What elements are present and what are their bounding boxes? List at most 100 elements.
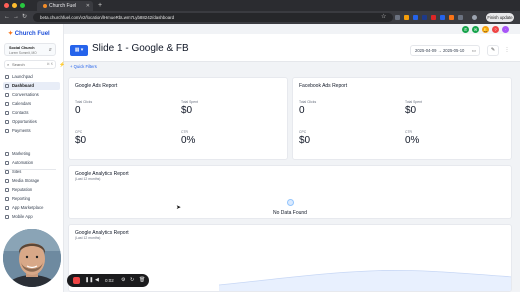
extension-icon[interactable] [431,14,436,20]
extension-icon[interactable] [395,14,400,20]
extension-icon[interactable] [404,14,409,20]
metric-value: 0 [299,105,305,116]
page-title: Slide 1 - Google & FB [92,43,189,54]
sidebar-item-payments[interactable]: Payments [3,127,60,135]
date-range-arrow: → [437,48,442,53]
sidebar-item-label: App Marketplace [12,205,44,210]
maximize-window-button[interactable] [20,3,25,8]
help-icon[interactable]: ? [492,26,499,33]
browser-tab[interactable]: Church Fuel ✕ [37,1,93,11]
empty-state-text: No Data Found [273,210,307,216]
sidebar-item-label: Reputation [12,187,33,192]
dashboard-switcher-button[interactable]: ▦ ▾ [70,45,88,56]
settings-icon[interactable]: ⚙ [121,277,125,284]
metric-value: $0 [75,135,87,146]
church-fuel-logo[interactable]: ✦ Church Fuel [8,30,50,37]
google-analytics-card: Google Analytics Report (Last 12 months)… [68,165,512,219]
sidebar-item-label: Dashboard [12,83,34,88]
nav-item-icon [5,179,9,183]
sidebar-item-marketing[interactable]: Marketing [3,150,60,158]
minimize-window-button[interactable] [12,3,17,8]
metric-label: Total Clicks [75,100,93,104]
sidebar-item-label: Opportunities [12,119,37,124]
sidebar-item-label: Launchpad [12,74,33,79]
sidebar-item-label: Conversations [12,92,39,97]
nav-item-icon [5,93,9,97]
sidebar-item-conversations[interactable]: Conversations [3,91,60,99]
loading-spinner-icon [287,199,294,206]
nav-item-icon [5,75,9,79]
delete-icon[interactable]: 🗑 [139,277,145,284]
reload-icon[interactable]: ↻ [22,14,27,21]
close-tab-icon[interactable]: ✕ [86,1,90,11]
sidebar-item-calendars[interactable]: Calendars [3,100,60,108]
new-tab-icon[interactable]: + [98,1,102,11]
extension-icon[interactable] [413,14,418,20]
top-utility-bar: ✆ ✉ 🔔 ? · [64,24,520,34]
sidebar-item-app-marketplace[interactable]: App Marketplace [3,204,60,212]
forward-icon[interactable]: → [13,14,19,21]
metric-label: CTR [181,130,188,134]
extension-icon[interactable] [440,14,445,20]
search-icon: ⌕ [7,62,10,67]
sidebar-item-reporting[interactable]: Reporting [3,195,60,203]
more-options-icon[interactable]: ⋮ [503,45,511,56]
nav-item-icon [5,188,9,192]
sidebar-item-label: Payments [12,128,31,133]
notifications-icon[interactable]: 🔔 [482,26,489,33]
sidebar-item-launchpad[interactable]: Launchpad [3,73,60,81]
stop-recording-button[interactable] [73,277,80,284]
nav-item-icon [5,152,9,156]
extension-icon[interactable] [422,14,427,20]
sidebar-item-dashboard[interactable]: Dashboard [3,82,60,90]
bookmark-star-icon[interactable]: ☆ [381,14,386,21]
metric-value: $0 [181,105,193,116]
edit-dashboard-button[interactable]: ✎ [487,45,499,56]
nav-item-icon [5,197,9,201]
presenter-face [3,229,61,287]
google-ads-card: Google Ads Report Total Clicks 0 Total S… [68,77,288,160]
account-switcher[interactable]: Social Church Lorem Summit, MO ⇵ [4,43,56,56]
mute-icon[interactable]: ◀ [95,277,99,284]
sidebar-item-label: Reporting [12,196,31,201]
sidebar-item-reputation[interactable]: Reputation [3,186,60,194]
sidebar-item-mobile-app[interactable]: Mobile App [3,213,60,221]
metric-value: $0 [405,105,417,116]
date-range-picker[interactable]: 2025-04-09 → 2025-05-10 ▭ [410,45,480,56]
browser-tab-bar: Church Fuel ✕ + [0,0,520,11]
quick-filters-link[interactable]: + Quick Filters [70,64,97,69]
extension-icon[interactable] [449,14,454,20]
profile-avatar-icon[interactable] [472,14,477,20]
sidebar-item-media-storage[interactable]: Media Storage [3,177,60,185]
sidebar-item-label: Automation [12,160,34,165]
nav-item-icon [5,84,9,88]
sidebar-search[interactable]: ⌕ Search ⌘ K [4,60,56,69]
chat-icon[interactable]: ✉ [472,26,479,33]
restart-icon[interactable]: ↻ [130,277,134,284]
metric-value: 0 [75,105,81,116]
close-window-button[interactable] [4,3,9,8]
nav-item-icon [5,215,9,219]
url-field[interactable]: beta.churchfuel.com/v2/location/lHmueRbL… [33,13,393,22]
finish-update-button[interactable]: Finish update [486,13,514,22]
card-title: Google Ads Report [75,83,118,89]
sidebar-item-automation[interactable]: Automation [3,159,60,167]
extension-icon[interactable] [458,14,463,20]
metric-label: CTR [405,130,412,134]
facebook-ads-card: Facebook Ads Report Total Clicks 0 Total… [292,77,512,160]
webcam-overlay[interactable] [3,229,61,287]
sidebar-item-label: Media Storage [12,178,40,183]
back-icon[interactable]: ← [4,14,10,21]
phone-icon[interactable]: ✆ [462,26,469,33]
user-avatar[interactable]: · [502,26,509,33]
nav-item-icon [5,170,9,174]
logo-text: Church Fuel [14,31,50,37]
flame-icon: ✦ [8,31,14,37]
pause-icon[interactable]: ❚❚ [85,277,93,284]
chevron-updown-icon: ⇵ [48,47,52,52]
sidebar-item-contacts[interactable]: Contacts [3,109,60,117]
window-controls [4,3,25,8]
metric-value: $0 [299,135,311,146]
main-content: ✆ ✉ 🔔 ? · ▦ ▾ Slide 1 - Google & FB 2025… [64,24,520,292]
sidebar-item-opportunities[interactable]: Opportunities [3,118,60,126]
